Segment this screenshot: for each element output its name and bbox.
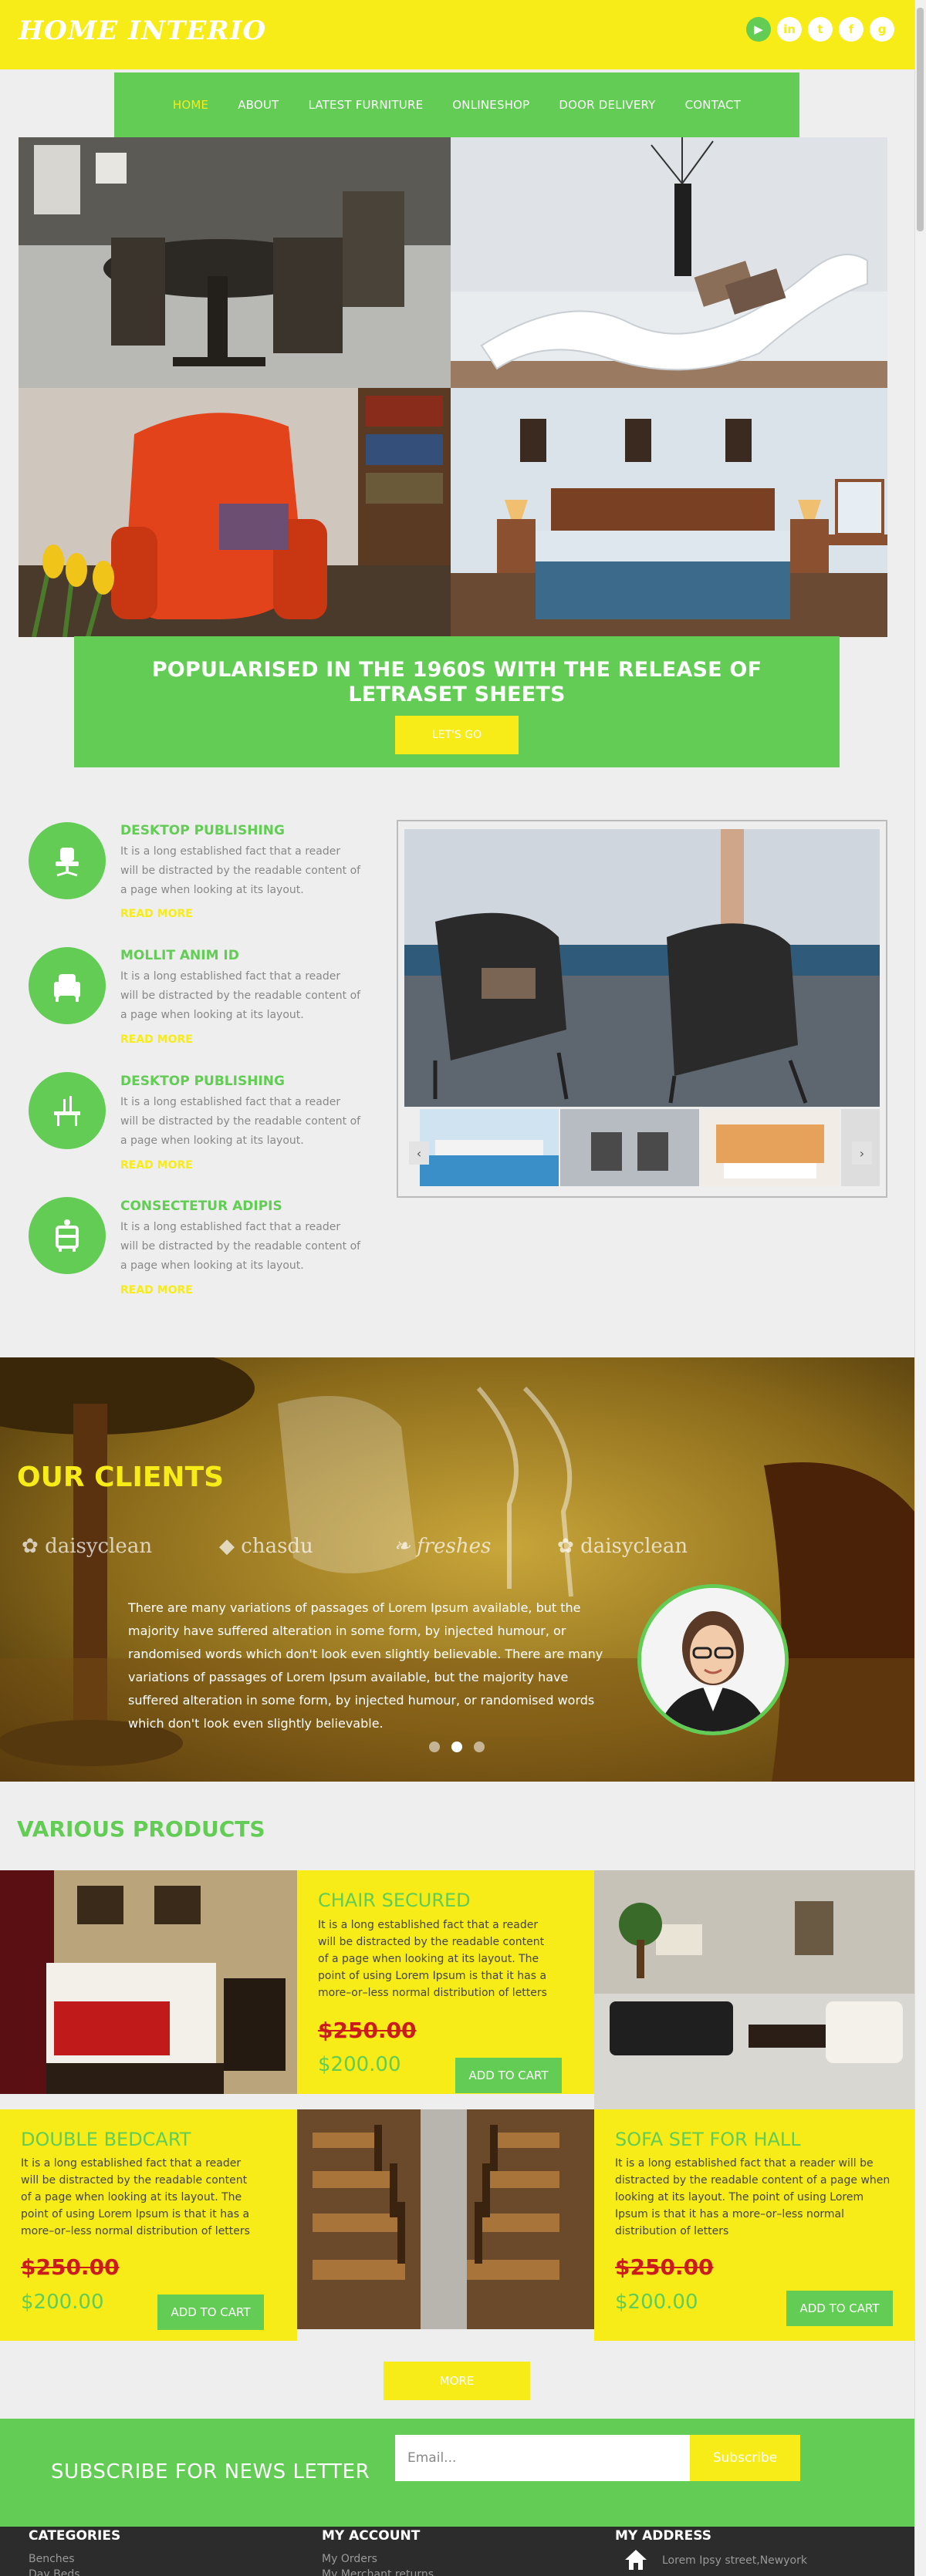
office-chair-icon: [29, 822, 106, 899]
clients-testimonial-text: There are many variations of passages of…: [128, 1600, 603, 1731]
feature-text: It is a long established fact that a rea…: [120, 1096, 361, 1147]
client-logo: ◆ chasdu: [219, 1535, 313, 1558]
hero-photo-dining-table: [19, 137, 451, 388]
add-to-cart-button[interactable]: ADD TO CART: [455, 2058, 562, 2093]
client-logo-mark: ❧: [394, 1535, 417, 1558]
main-nav: HOME ABOUT LATEST FURNITURE ONLINESHOP D…: [114, 72, 799, 137]
nav-item-door-delivery[interactable]: DOOR DELIVERY: [559, 98, 655, 112]
new-price: $200.00: [615, 2291, 698, 2314]
slider-thumb-kitchen[interactable]: [701, 1109, 840, 1186]
lets-go-button[interactable]: LET'S GO: [395, 716, 519, 754]
slider-main-image: [404, 829, 880, 1107]
slider-thumb-chairs[interactable]: [560, 1109, 699, 1186]
nav-item-latest-furniture[interactable]: LATEST FURNITURE: [308, 98, 423, 112]
dining-table-icon: [29, 1072, 106, 1149]
products-section-title: VARIOUS PRODUCTS: [17, 1816, 265, 1842]
footer-link[interactable]: My Orders: [322, 2553, 377, 2565]
client-logo-text: freshes: [417, 1535, 492, 1558]
nav-item-about[interactable]: ABOUT: [238, 98, 279, 112]
linkedin-icon[interactable]: in: [777, 17, 802, 42]
hero-photo-red-armchair: [19, 388, 451, 637]
hero-photo-white-lounger: [451, 137, 887, 388]
footer: [0, 2527, 914, 2576]
twitter-icon[interactable]: t: [808, 17, 833, 42]
feature-text: It is a long established fact that a rea…: [120, 845, 361, 896]
feature-title: MOLLIT ANIM ID: [120, 948, 239, 963]
hero-photo-bedroom: [451, 388, 887, 637]
client-logo: ✿ daisyclean: [22, 1535, 152, 1558]
client-logo-text: daisyclean: [580, 1535, 688, 1558]
slider-next-arrow-icon[interactable]: ›: [852, 1141, 872, 1165]
client-logo-mark: ◆: [219, 1535, 242, 1558]
product-description: It is a long established fact that a rea…: [21, 2157, 250, 2237]
feature-text: It is a long established fact that a rea…: [120, 970, 361, 1021]
product-photo-bedroom: [0, 1870, 297, 2094]
feature-title: CONSECTETUR ADIPIS: [120, 1199, 282, 1214]
site-logo[interactable]: HOME INTERIO: [19, 15, 266, 46]
feature-title: DESKTOP PUBLISHING: [120, 823, 285, 838]
product-description: It is a long established fact that a rea…: [615, 2157, 891, 2237]
scrollbar-thumb[interactable]: [917, 8, 924, 231]
clients-title: OUR CLIENTS: [17, 1462, 225, 1493]
product-title: DOUBLE BEDCART: [21, 2129, 191, 2150]
old-price: $250.00: [318, 2018, 417, 2043]
more-button[interactable]: MORE: [384, 2362, 530, 2400]
product-photo-living-room: [594, 1870, 914, 2109]
new-price: $200.00: [21, 2291, 104, 2314]
email-field[interactable]: [395, 2435, 690, 2481]
read-more-link[interactable]: READ MORE: [120, 1033, 193, 1046]
read-more-link[interactable]: READ MORE: [120, 908, 193, 920]
slider-prev-arrow-icon[interactable]: ‹: [409, 1141, 429, 1165]
newsletter-title: SUBSCRIBE FOR NEWS LETTER: [51, 2460, 370, 2483]
footer-heading-categories: CATEGORIES: [29, 2528, 121, 2544]
footer-heading-address: MY ADDRESS: [615, 2528, 711, 2544]
footer-heading-account: MY ACCOUNT: [322, 2528, 421, 2544]
product-title: CHAIR SECURED: [318, 1890, 471, 1911]
avatar: [637, 1584, 789, 1735]
carousel-dot[interactable]: [429, 1741, 440, 1752]
scrollbar[interactable]: [914, 0, 926, 2576]
subscribe-button[interactable]: Subscribe: [690, 2435, 800, 2481]
add-to-cart-button[interactable]: ADD TO CART: [786, 2291, 893, 2326]
facebook-icon[interactable]: f: [839, 17, 863, 42]
feature-title: DESKTOP PUBLISHING: [120, 1074, 285, 1089]
footer-link[interactable]: Day Beds: [29, 2568, 80, 2576]
cabinet-icon: [29, 1197, 106, 1274]
read-more-link[interactable]: READ MORE: [120, 1159, 193, 1172]
nav-item-contact[interactable]: CONTACT: [685, 98, 742, 112]
footer-link[interactable]: Benches: [29, 2553, 75, 2565]
old-price: $250.00: [21, 2254, 120, 2280]
hero-title: POPULARISED IN THE 1960S WITH THE RELEAS…: [151, 658, 762, 706]
nav-item-home[interactable]: HOME: [173, 98, 208, 112]
armchair-icon: [29, 947, 106, 1024]
client-logo: ✿ daisyclean: [557, 1535, 688, 1558]
new-price: $200.00: [318, 2053, 401, 2076]
add-to-cart-button[interactable]: ADD TO CART: [157, 2294, 264, 2330]
footer-address-line: Lorem Ipsy street,Newyork: [662, 2554, 807, 2567]
carousel-dot[interactable]: [474, 1741, 485, 1752]
nav-item-onlineshop[interactable]: ONLINESHOP: [452, 98, 529, 112]
youtube-icon[interactable]: ▶: [746, 17, 771, 42]
product-title: SOFA SET FOR HALL: [615, 2129, 801, 2150]
client-logo-text: chasdu: [241, 1535, 313, 1558]
feature-text: It is a long established fact that a rea…: [120, 1221, 361, 1272]
client-logo-text: daisyclean: [45, 1535, 153, 1558]
client-logo-mark: ✿: [22, 1535, 46, 1558]
product-photo-wooden-chairs: [297, 2109, 594, 2329]
carousel-dot-active[interactable]: [451, 1741, 462, 1752]
read-more-link[interactable]: READ MORE: [120, 1284, 193, 1296]
client-logo: ❧ freshes: [394, 1535, 491, 1558]
home-icon: [624, 2548, 648, 2571]
old-price: $250.00: [615, 2254, 714, 2280]
client-logo-mark: ✿: [557, 1535, 581, 1558]
product-description: It is a long established fact that a rea…: [318, 1919, 547, 1999]
footer-link[interactable]: My Merchant returns: [322, 2568, 434, 2576]
slider-thumb-beach[interactable]: [420, 1109, 559, 1186]
google-plus-icon[interactable]: g: [870, 17, 894, 42]
